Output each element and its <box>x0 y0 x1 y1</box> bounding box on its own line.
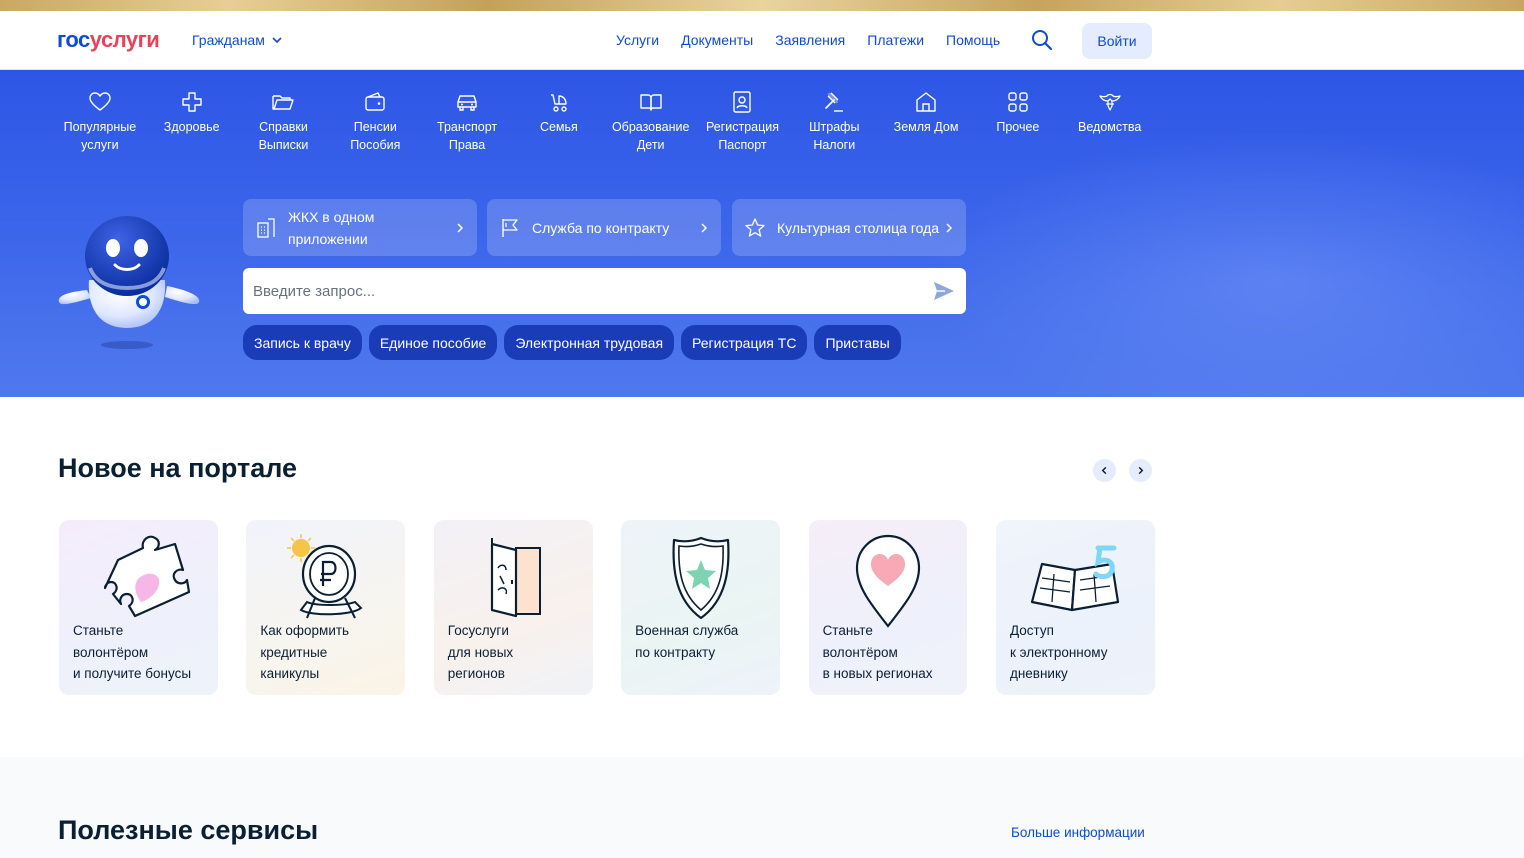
news-card-electronic-diary[interactable]: Доступ к электронному дневнику <box>995 520 1155 695</box>
puzzle-icon <box>104 535 191 618</box>
assistant-robot-mascot[interactable] <box>57 210 203 355</box>
audience-label: Гражданам <box>192 32 265 48</box>
nav-payments[interactable]: Платежи <box>867 32 924 48</box>
chevron-right-icon <box>701 222 708 233</box>
category-education[interactable]: Образование Дети <box>605 90 697 154</box>
star-icon <box>745 217 765 237</box>
news-card-volunteer-new-regions[interactable]: Станьте волонтёром в новых регионах <box>808 520 968 695</box>
chevron-right-icon <box>1138 466 1144 475</box>
door-icon <box>491 538 542 618</box>
news-carousel: Станьте волонтёром и получите бонусы Как о… <box>59 520 1155 695</box>
folder-icon <box>272 95 295 110</box>
search-bar <box>243 268 966 314</box>
search-input[interactable] <box>253 282 932 300</box>
diary-icon <box>1031 545 1120 612</box>
book-icon <box>639 94 662 111</box>
news-card-credit-holidays[interactable]: Как оформить кредитные каникулы <box>246 520 406 695</box>
medical-cross-icon <box>181 92 202 112</box>
category-menu: Популярные услуги Здоровье Справки Выписки… <box>54 90 1156 154</box>
category-fines[interactable]: Штрафы Налоги <box>788 90 880 154</box>
category-certificates[interactable]: Справки Выписки <box>238 90 330 154</box>
chevron-right-icon <box>457 222 464 233</box>
carousel-next-button[interactable] <box>1129 459 1152 482</box>
nav-help[interactable]: Помощь <box>946 32 1000 48</box>
category-other[interactable]: Прочее <box>972 90 1064 154</box>
nav-documents[interactable]: Документы <box>681 32 753 48</box>
send-icon[interactable] <box>932 279 956 303</box>
ruble-coin-icon <box>286 534 363 619</box>
promo-cultural-capital[interactable]: Культурная столица года <box>732 199 966 256</box>
news-card-military-service[interactable]: Военная служба по контракту <box>621 520 780 695</box>
quick-link-doctor[interactable]: Запись к врачу <box>243 325 362 360</box>
quick-link-unified-allowance[interactable]: Единое пособие <box>368 325 498 360</box>
promo-housing-app[interactable]: ЖКХ в одном приложении <box>243 199 477 256</box>
car-icon <box>457 95 477 111</box>
news-card-new-regions[interactable]: Госуслуги для новых регионов <box>433 520 593 695</box>
wallet-icon <box>365 92 385 111</box>
main-nav: Услуги Документы Заявления Платежи Помощ… <box>616 32 1000 48</box>
category-family[interactable]: Семья <box>513 90 605 154</box>
hero-section: Популярные услуги Здоровье Справки Выписки… <box>0 70 1524 397</box>
quick-link-work-record[interactable]: Электронная трудовая <box>504 325 675 360</box>
category-land-house[interactable]: Земля Дом <box>880 90 972 154</box>
quick-link-bailiffs[interactable]: Приставы <box>814 325 901 360</box>
search-icon[interactable] <box>1031 29 1053 51</box>
heart-icon <box>89 92 111 111</box>
gavel-icon <box>825 92 844 112</box>
quick-links: Запись к врачу Единое пособие Электронна… <box>243 325 901 360</box>
passport-icon <box>733 91 752 113</box>
chevron-down-icon <box>272 37 282 44</box>
category-popular[interactable]: Популярные услуги <box>54 90 146 154</box>
building-icon <box>257 217 275 238</box>
site-header: госуслуги Гражданам Услуги Документы Зая… <box>0 11 1524 70</box>
category-agencies[interactable]: Ведомства <box>1064 90 1156 154</box>
audience-dropdown[interactable]: Гражданам <box>192 32 283 48</box>
shield-star-icon <box>672 536 730 620</box>
carousel-prev-button[interactable] <box>1093 459 1116 482</box>
news-section-title: Новое на портале <box>58 453 298 483</box>
location-heart-icon <box>855 534 921 628</box>
quick-link-vehicle-registration[interactable]: Регистрация ТС <box>681 325 808 360</box>
category-health[interactable]: Здоровье <box>146 90 238 154</box>
category-transport[interactable]: Транспорт Права <box>421 90 513 154</box>
eagle-icon <box>1099 93 1121 111</box>
nav-services[interactable]: Услуги <box>616 32 659 48</box>
hero-glow <box>924 130 1524 397</box>
promo-contract-service[interactable]: Служба по контракту <box>487 199 721 256</box>
more-info-link[interactable]: Больше информации <box>1011 825 1145 840</box>
chevron-left-icon <box>1101 466 1107 475</box>
useful-services-title: Полезные сервисы <box>58 815 319 845</box>
chevron-right-icon <box>946 222 953 233</box>
category-registration[interactable]: Регистрация Паспорт <box>697 90 789 154</box>
flag-icon <box>502 218 518 237</box>
nav-applications[interactable]: Заявления <box>775 32 845 48</box>
house-icon <box>916 92 936 112</box>
top-decorative-strip <box>0 0 1524 11</box>
grid-icon <box>1008 92 1028 112</box>
login-button[interactable]: Войти <box>1082 23 1152 59</box>
category-pensions[interactable]: Пенсии Пособия <box>329 90 421 154</box>
news-card-volunteer-bonus[interactable]: Станьте волонтёром и получите бонусы <box>59 520 218 695</box>
gosuslugi-logo[interactable]: госуслуги <box>57 27 160 53</box>
stroller-icon <box>550 94 567 112</box>
